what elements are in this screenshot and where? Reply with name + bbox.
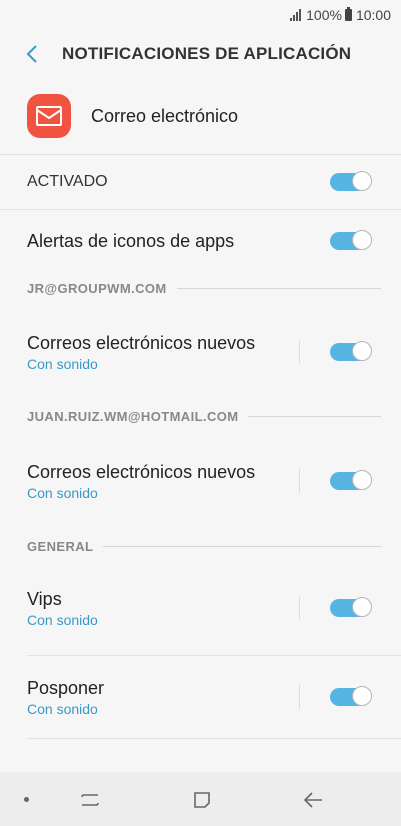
master-toggle-row[interactable]: ACTIVADO (0, 155, 401, 210)
page-title: NOTIFICACIONES DE APLICACIÓN (62, 44, 352, 63)
list-item-title: Posponer (27, 678, 105, 698)
battery-icon (344, 7, 352, 21)
status-bar: 100% 10:00 (0, 0, 401, 30)
section-label: JR@GROUPWM.COM (27, 280, 167, 296)
list-item-subtitle: Con sonido (27, 612, 98, 628)
clock: 10:00 (355, 7, 391, 23)
recents-icon[interactable] (79, 789, 101, 811)
app-info-row: Correo electrónico (0, 78, 401, 155)
back-arrow-icon[interactable] (302, 789, 324, 811)
screen: 100% 10:00 NOTIFICACIONES DE APLICACIÓN … (0, 0, 401, 826)
list-item-title: Correos electrónicos nuevos (27, 333, 256, 353)
list-item-title: Correos electrónicos nuevos (27, 462, 256, 482)
vips-toggle[interactable] (330, 597, 372, 619)
list-item-subtitle: Con sonido (27, 701, 98, 717)
list-item-subtitle: Con sonido (27, 356, 98, 372)
chevron-left-icon[interactable] (22, 44, 42, 64)
new-mail-account-2-toggle[interactable] (330, 470, 372, 492)
snooze-toggle[interactable] (330, 686, 372, 708)
navigation-bar (0, 772, 401, 826)
list-item-subtitle: Con sonido (27, 485, 98, 501)
icon-badges-row[interactable]: Alertas de iconos de apps (0, 210, 401, 272)
master-toggle-label: ACTIVADO (27, 173, 108, 190)
section-header-account-2: JUAN.RUIZ.WM@HOTMAIL.COM (0, 401, 401, 431)
list-item-new-mail-account-2[interactable]: Correos electrónicos nuevos Con sonido (0, 431, 401, 531)
list-item-vips[interactable]: Vips Con sonido (0, 561, 401, 655)
section-label: GENERAL (27, 538, 94, 554)
battery-percent: 100% (306, 7, 342, 23)
new-mail-account-1-toggle[interactable] (330, 341, 372, 363)
dot-icon (24, 797, 29, 802)
divider (27, 738, 401, 739)
mail-icon (27, 94, 71, 138)
app-name: Correo electrónico (91, 105, 239, 126)
icon-badges-toggle[interactable] (330, 230, 372, 252)
master-toggle-switch[interactable] (330, 171, 372, 193)
section-header-account-1: JR@GROUPWM.COM (0, 273, 401, 303)
list-item-title: Vips (27, 589, 62, 609)
home-icon[interactable] (191, 789, 213, 811)
section-label: JUAN.RUIZ.WM@HOTMAIL.COM (27, 408, 239, 424)
app-bar: NOTIFICACIONES DE APLICACIÓN (0, 30, 401, 78)
list-item-new-mail-account-1[interactable]: Correos electrónicos nuevos Con sonido (0, 303, 401, 401)
signal-icon (290, 9, 302, 21)
section-header-general: GENERAL (0, 531, 401, 561)
list-item-snooze[interactable]: Posponer Con sonido (0, 656, 401, 738)
icon-badges-label: Alertas de iconos de apps (27, 231, 235, 251)
